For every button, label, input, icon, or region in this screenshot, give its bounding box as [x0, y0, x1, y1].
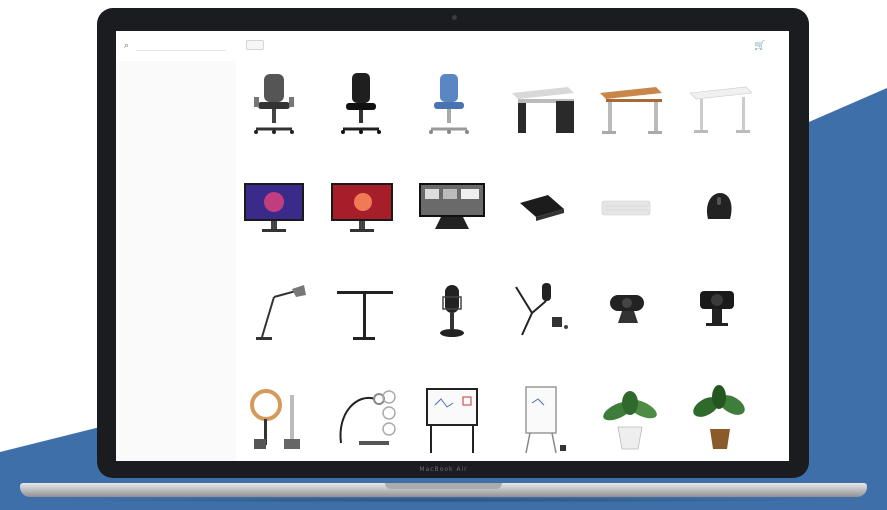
laptop-brand-label: MacBook Air	[419, 466, 468, 473]
keyboard-icon	[520, 195, 564, 221]
search-input[interactable]	[136, 40, 226, 51]
product-card[interactable]	[498, 71, 578, 163]
product-card[interactable]	[321, 277, 401, 369]
product-card[interactable]	[234, 277, 314, 369]
sidebar-group	[134, 111, 139, 160]
product-card[interactable]	[586, 277, 666, 369]
product-card[interactable]	[586, 173, 666, 265]
monitor-icon	[331, 183, 393, 232]
mouse-icon	[706, 193, 732, 219]
sidebar-group	[134, 205, 136, 230]
search-icon[interactable]: ⌕	[124, 41, 129, 51]
webcam-icon	[610, 295, 644, 323]
product-card[interactable]	[234, 383, 314, 461]
monitor-icon	[419, 183, 485, 229]
desk-lamp-icon	[337, 291, 393, 340]
product-card[interactable]	[586, 383, 666, 461]
cart-icon[interactable]: 🛒	[754, 41, 765, 51]
whiteboard-icon	[426, 388, 478, 453]
product-card[interactable]	[498, 277, 578, 369]
camera-icon	[452, 15, 457, 20]
product-card[interactable]	[409, 71, 489, 163]
plant-icon	[693, 385, 745, 449]
laptop-base-notch	[385, 483, 502, 489]
office-chair-icon	[341, 73, 381, 134]
sidebar-group-title	[134, 175, 136, 182]
product-card[interactable]	[409, 173, 489, 265]
desk-icon	[600, 87, 662, 134]
webcam-icon	[700, 291, 734, 326]
sidebar-group-title	[134, 83, 139, 90]
sidebar-group-title	[134, 111, 139, 118]
product-card[interactable]	[676, 383, 756, 461]
product-card[interactable]	[676, 173, 756, 265]
product-card[interactable]	[586, 71, 666, 163]
sidebar-group-title	[134, 235, 136, 242]
desk-icon	[512, 87, 574, 133]
sidebar-group-title	[134, 205, 136, 212]
product-card[interactable]	[234, 173, 314, 265]
sidebar-group	[134, 235, 136, 266]
desk-lamp-icon	[256, 285, 306, 340]
sidebar-group	[134, 175, 136, 200]
browser-screen: ⌕ 🛒	[116, 31, 789, 461]
office-chair-icon	[429, 74, 469, 134]
keyboard-icon	[601, 200, 651, 216]
product-card[interactable]	[498, 173, 578, 265]
office-chair-icon	[254, 74, 294, 134]
category-sidebar	[116, 61, 236, 461]
product-card[interactable]	[321, 173, 401, 265]
sidebar-group	[134, 83, 139, 102]
search-button[interactable]	[246, 40, 264, 50]
microphone-icon	[440, 285, 464, 337]
clamp-light-icon	[339, 390, 396, 445]
product-card[interactable]	[498, 383, 578, 461]
product-card[interactable]	[409, 383, 489, 461]
product-card[interactable]	[321, 71, 401, 163]
laptop-shadow	[60, 497, 827, 503]
product-card[interactable]	[676, 277, 756, 369]
ring-light-icon	[250, 389, 300, 449]
product-card[interactable]	[321, 383, 401, 461]
product-card[interactable]	[234, 71, 314, 163]
product-card[interactable]	[409, 277, 489, 369]
microphone-arm-icon	[515, 283, 568, 336]
whiteboard-icon	[525, 386, 566, 454]
monitor-icon	[244, 183, 304, 232]
plant-icon	[603, 391, 657, 450]
product-card[interactable]	[676, 71, 756, 163]
site-header: ⌕ 🛒	[116, 31, 789, 61]
desk-icon	[689, 86, 753, 133]
